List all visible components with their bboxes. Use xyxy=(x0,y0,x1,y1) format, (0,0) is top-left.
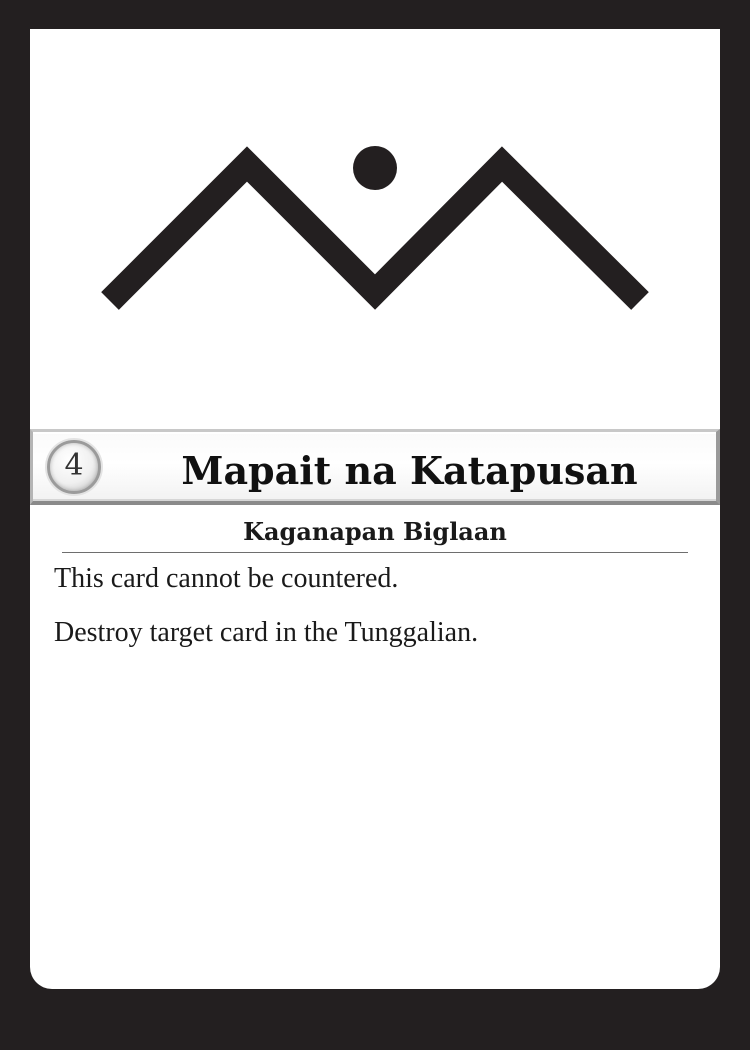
type-line: Kaganapan Biglaan xyxy=(62,512,688,553)
type-text: Kaganapan Biglaan xyxy=(243,517,507,546)
mountain-sun-glyph-icon xyxy=(101,146,649,310)
rules-text-box: This card cannot be countered. Destroy t… xyxy=(54,561,696,669)
rules-line: This card cannot be countered. xyxy=(54,563,399,594)
title-bar: 4 Mapait na Katapusan xyxy=(30,429,720,505)
cost-value: 4 xyxy=(64,448,84,483)
cost-badge: 4 xyxy=(47,440,101,494)
sun-dot xyxy=(353,146,397,190)
card-face: 4 Mapait na Katapusan Kaganapan Biglaan … xyxy=(30,29,720,989)
rules-line: Destroy target card in the Tunggalian. xyxy=(54,617,479,648)
card-art xyxy=(30,29,720,429)
card-name: Mapait na Katapusan xyxy=(181,448,638,493)
